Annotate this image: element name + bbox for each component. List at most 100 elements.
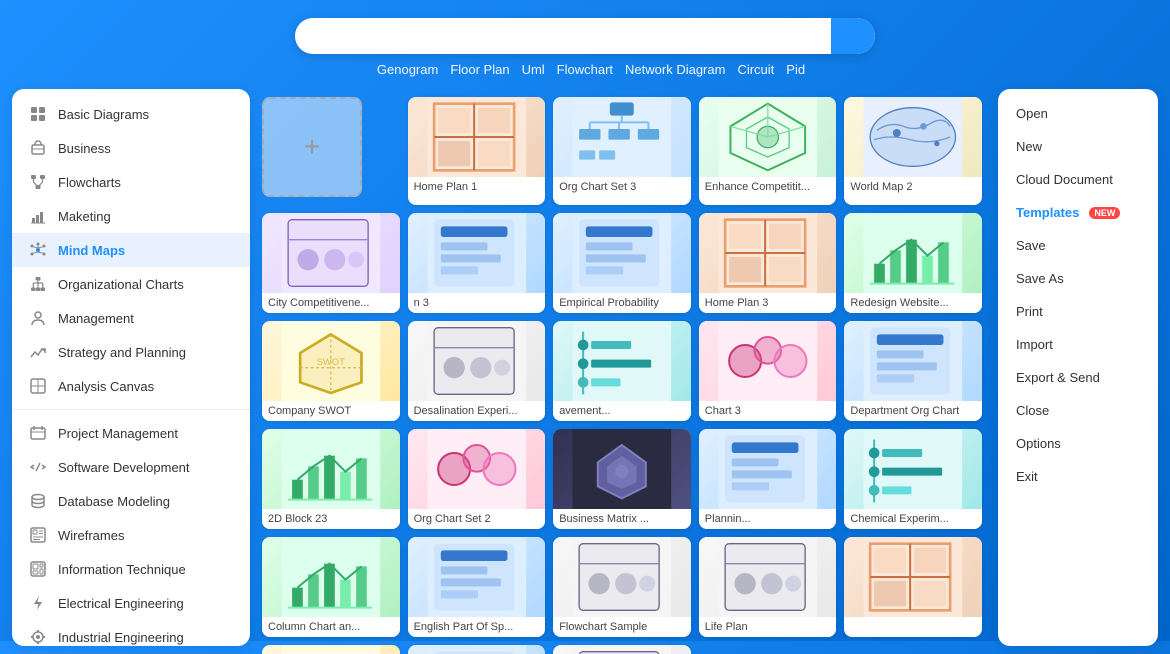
right-panel-label: Close bbox=[1016, 403, 1049, 418]
sidebar-label: Organizational Charts bbox=[58, 277, 184, 292]
template-card[interactable]: avement... bbox=[553, 321, 691, 421]
mgmt-icon bbox=[28, 308, 48, 328]
template-label: English Part Of Sp... bbox=[408, 617, 546, 637]
template-card[interactable]: Org Chart Set 3 bbox=[553, 97, 691, 205]
template-label: Plannin... bbox=[699, 509, 837, 529]
template-card[interactable]: 2D Block 23 bbox=[262, 429, 400, 529]
sidebar-label: Information Technique bbox=[58, 562, 186, 577]
right-panel-item-templates[interactable]: TemplatesNEW bbox=[998, 196, 1158, 229]
sidebar-label: Database Modeling bbox=[58, 494, 170, 509]
trending-tag-uml[interactable]: Uml bbox=[522, 62, 545, 77]
right-panel-item-export[interactable]: Export & Send bbox=[998, 361, 1158, 394]
sidebar-label: Electrical Engineering bbox=[58, 596, 184, 611]
template-card[interactable]: Business Matrix ... bbox=[553, 429, 691, 529]
template-card[interactable]: Life Plan bbox=[699, 537, 837, 637]
sidebar-item-database[interactable]: Database Modeling bbox=[12, 484, 250, 518]
template-card[interactable]: SWOT bbox=[262, 645, 400, 654]
search-bar bbox=[295, 18, 875, 54]
right-panel-label: Options bbox=[1016, 436, 1061, 451]
sidebar-item-strategy[interactable]: Strategy and Planning bbox=[12, 335, 250, 369]
sidebar-item-electrical[interactable]: Electrical Engineering bbox=[12, 586, 250, 620]
template-thumbnail bbox=[699, 321, 837, 401]
right-panel-item-close[interactable]: Close bbox=[998, 394, 1158, 427]
flow-icon bbox=[28, 172, 48, 192]
right-panel-item-save-as[interactable]: Save As bbox=[998, 262, 1158, 295]
project-icon bbox=[28, 423, 48, 443]
template-card[interactable]: Enhance Competitit... bbox=[699, 97, 837, 205]
sidebar-label: Management bbox=[58, 311, 134, 326]
trending-tag-floor-plan[interactable]: Floor Plan bbox=[450, 62, 509, 77]
right-panel-item-save[interactable]: Save bbox=[998, 229, 1158, 262]
template-card[interactable]: Department Org Chart bbox=[844, 321, 982, 421]
template-thumbnail bbox=[408, 321, 546, 401]
right-panel-label: Open bbox=[1016, 106, 1048, 121]
trending-tag-circuit[interactable]: Circuit bbox=[737, 62, 774, 77]
template-label: Company SWOT bbox=[262, 401, 400, 421]
add-new-button[interactable]: + bbox=[262, 97, 362, 197]
trending-tag-flowchart[interactable]: Flowchart bbox=[557, 62, 613, 77]
sidebar-item-management[interactable]: Management bbox=[12, 301, 250, 335]
trending-tag-network-diagram[interactable]: Network Diagram bbox=[625, 62, 725, 77]
template-card[interactable]: Redesign Website... bbox=[844, 213, 982, 313]
template-thumbnail bbox=[699, 213, 837, 293]
template-thumbnail bbox=[844, 321, 982, 401]
right-panel-item-new[interactable]: New bbox=[998, 130, 1158, 163]
right-panel-item-cloud[interactable]: Cloud Document bbox=[998, 163, 1158, 196]
sidebar-item-mind-maps[interactable]: Mind Maps bbox=[12, 233, 250, 267]
trending-tag-genogram[interactable]: Genogram bbox=[377, 62, 438, 77]
template-card[interactable]: World Map 2 bbox=[844, 97, 982, 205]
sidebar-item-basic-diagrams[interactable]: Basic Diagrams bbox=[12, 97, 250, 131]
right-panel-label: Save bbox=[1016, 238, 1046, 253]
template-card[interactable]: City Competitivene... bbox=[262, 213, 400, 313]
sidebar-item-software-dev[interactable]: Software Development bbox=[12, 450, 250, 484]
sidebar-item-info-tech[interactable]: Information Technique bbox=[12, 552, 250, 586]
template-card[interactable] bbox=[844, 537, 982, 637]
template-card[interactable]: English Part Of Sp... bbox=[408, 537, 546, 637]
template-label: Home Plan 3 bbox=[699, 293, 837, 313]
template-card[interactable]: Org Chart Set 2 bbox=[408, 429, 546, 529]
template-card[interactable]: Desalination Experi... bbox=[408, 321, 546, 421]
search-button[interactable] bbox=[831, 18, 875, 54]
sidebar-item-org-charts[interactable]: Organizational Charts bbox=[12, 267, 250, 301]
electrical-icon bbox=[28, 593, 48, 613]
sidebar-item-flowcharts[interactable]: Flowcharts bbox=[12, 165, 250, 199]
template-thumbnail bbox=[699, 429, 837, 509]
right-panel-label: Exit bbox=[1016, 469, 1038, 484]
template-card[interactable]: Chemical Experim... bbox=[844, 429, 982, 529]
template-thumbnail bbox=[553, 537, 691, 617]
info-icon bbox=[28, 559, 48, 579]
sidebar-item-analysis[interactable]: Analysis Canvas bbox=[12, 369, 250, 403]
right-panel-item-options[interactable]: Options bbox=[998, 427, 1158, 460]
right-panel-item-open[interactable]: Open bbox=[998, 97, 1158, 130]
right-panel-item-exit[interactable]: Exit bbox=[998, 460, 1158, 493]
trending-tag-pid[interactable]: Pid bbox=[786, 62, 805, 77]
template-card[interactable]: Home Plan 3 bbox=[699, 213, 837, 313]
template-thumbnail bbox=[553, 429, 691, 509]
sidebar-item-wireframes[interactable]: Wireframes bbox=[12, 518, 250, 552]
sidebar-item-project-mgmt[interactable]: Project Management bbox=[12, 416, 250, 450]
template-card[interactable]: Column Chart an... bbox=[262, 537, 400, 637]
template-label: Department Org Chart bbox=[844, 401, 982, 421]
template-thumbnail bbox=[553, 321, 691, 401]
template-card[interactable] bbox=[408, 645, 546, 654]
header: Genogram Floor Plan Uml Flowchart Network Di… bbox=[0, 0, 1170, 89]
template-label: World Map 2 bbox=[844, 177, 982, 197]
template-card[interactable]: Plannin... bbox=[699, 429, 837, 529]
sidebar-item-industrial[interactable]: Industrial Engineering bbox=[12, 620, 250, 646]
right-panel-label: Cloud Document bbox=[1016, 172, 1113, 187]
template-card[interactable]: SWOT Company SWOT bbox=[262, 321, 400, 421]
template-label: Enhance Competitit... bbox=[699, 177, 837, 197]
template-card[interactable]: Chart 3 bbox=[699, 321, 837, 421]
right-panel-item-import[interactable]: Import bbox=[998, 328, 1158, 361]
sidebar-item-business[interactable]: Business bbox=[12, 131, 250, 165]
search-input[interactable] bbox=[295, 18, 831, 54]
template-card[interactable]: Empirical Probability bbox=[553, 213, 691, 313]
templates-grid: + Home Plan 1 Org Chart Set 3 bbox=[262, 97, 982, 654]
template-card[interactable] bbox=[553, 645, 691, 654]
template-label: City Competitivene... bbox=[262, 293, 400, 313]
template-card[interactable]: Home Plan 1 bbox=[408, 97, 546, 205]
sidebar-item-maketing[interactable]: Maketing bbox=[12, 199, 250, 233]
right-panel-item-print[interactable]: Print bbox=[998, 295, 1158, 328]
template-card[interactable]: Flowchart Sample bbox=[553, 537, 691, 637]
template-card[interactable]: n 3 bbox=[408, 213, 546, 313]
